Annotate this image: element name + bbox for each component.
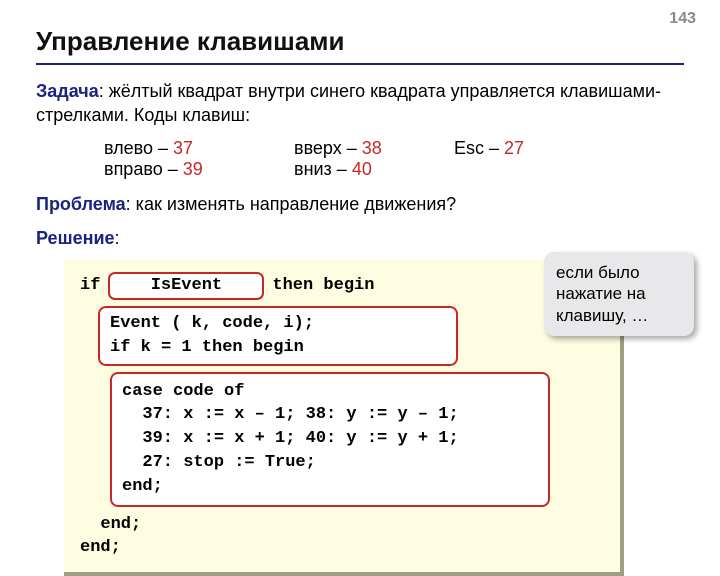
page-title: Управление клавишами (36, 26, 684, 57)
key-row-2: вправо – 39 вниз – 40 (36, 159, 684, 180)
task-text: : жёлтый квадрат внутри синего квадрата … (36, 81, 661, 125)
isevent-pill: IsEvent (108, 272, 264, 300)
task-label: Задача (36, 81, 99, 101)
problem-label: Проблема (36, 194, 126, 214)
problem-paragraph: Проблема: как изменять направление движе… (36, 192, 684, 216)
title-underline (36, 63, 684, 65)
solution-paragraph: Решение: (36, 226, 684, 250)
event-block: Event ( k, code, i); if k = 1 then begin (98, 306, 458, 366)
callout-box: если было нажатие на клавишу, … (544, 252, 694, 336)
page-number: 143 (669, 10, 696, 28)
code-end-inner: end; (80, 513, 604, 537)
task-paragraph: Задача: жёлтый квадрат внутри синего ква… (36, 79, 684, 128)
case-block: case code of 37: x := x – 1; 38: y := y … (110, 372, 550, 507)
key-row-1: влево – 37 вверх – 38 Esc – 27 (36, 138, 684, 159)
code-line-if: if IsEvent then begin (80, 272, 604, 300)
code-block: if IsEvent then begin Event ( k, code, i… (64, 260, 624, 576)
solution-label: Решение (36, 228, 115, 248)
problem-text: : как изменять направление движения? (126, 194, 456, 214)
